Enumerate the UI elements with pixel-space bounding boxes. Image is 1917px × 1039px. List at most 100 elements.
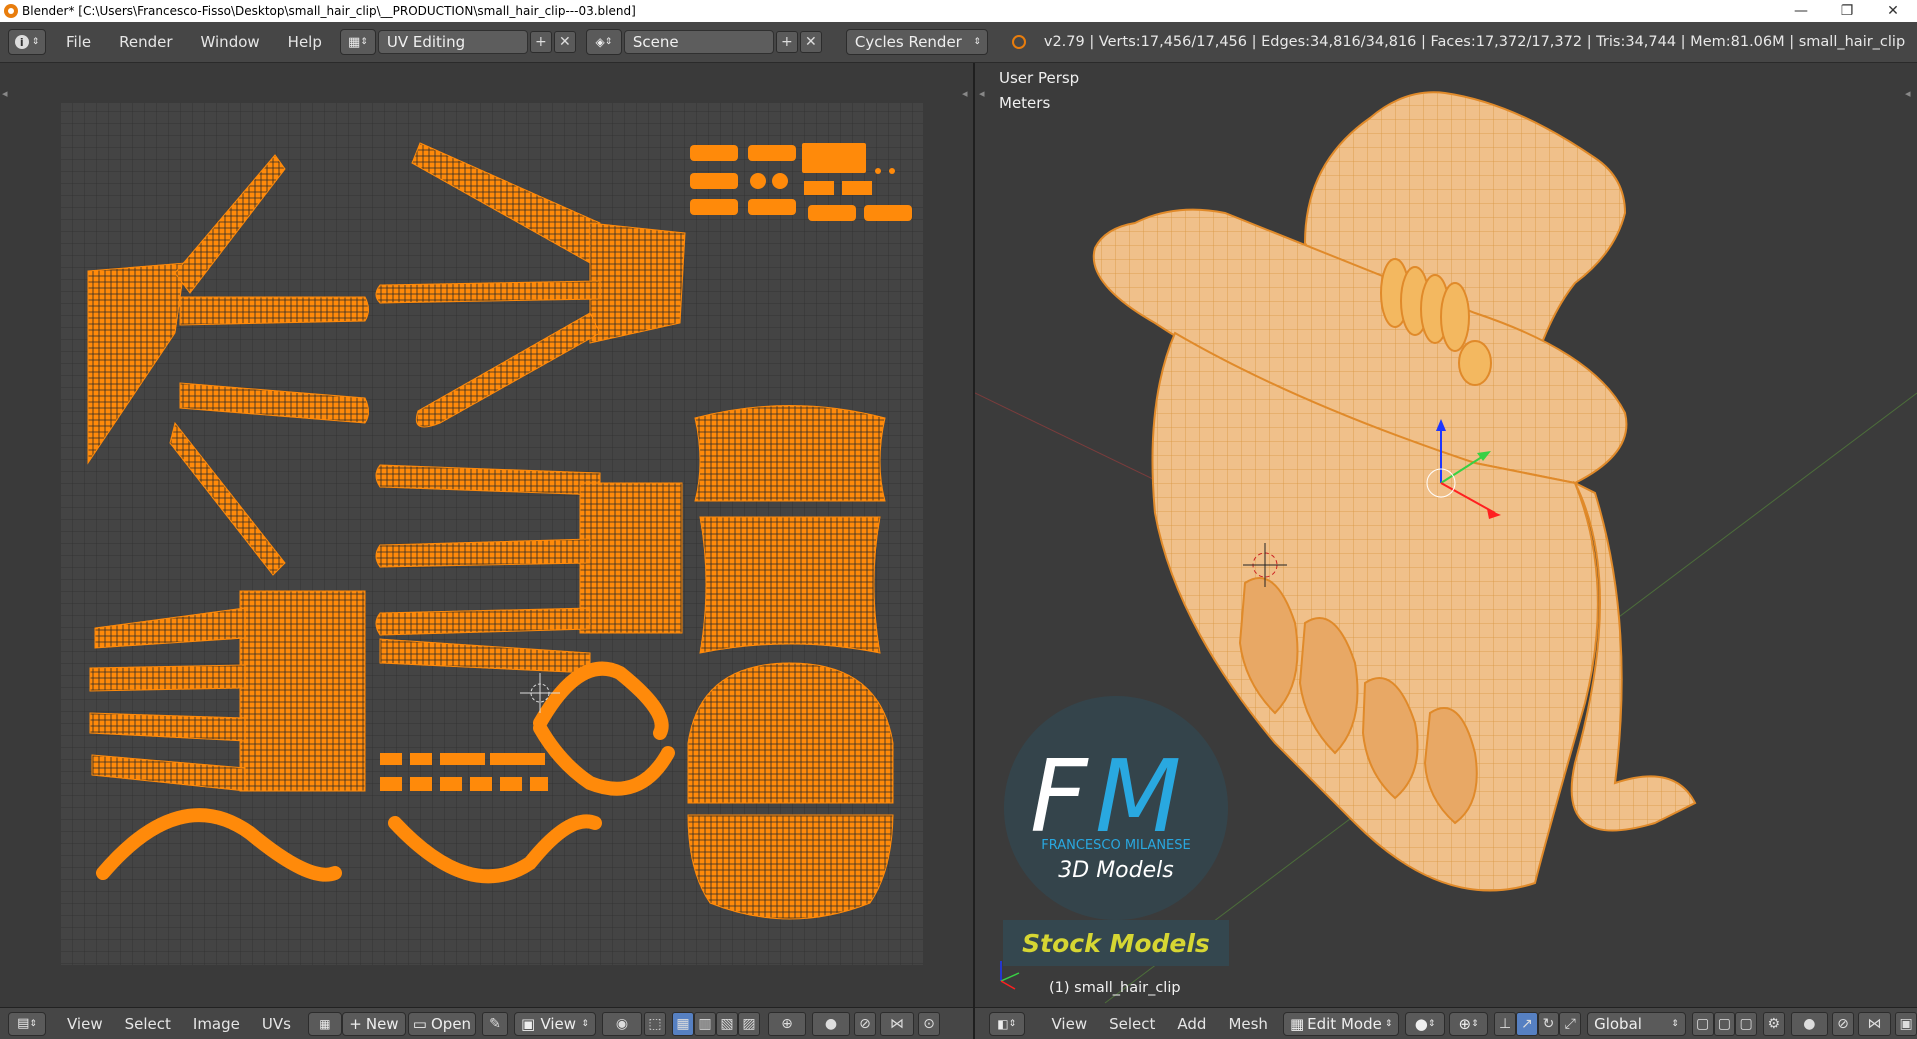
plus-icon: + (349, 1014, 362, 1033)
uv-menu-select[interactable]: Select (114, 1015, 182, 1033)
window-title-bar: Blender* [C:\Users\Francesco-Fisso\Deskt… (0, 0, 1917, 23)
view-mode-icon: ▣ (520, 1014, 536, 1033)
image-icon: ▦ (319, 1016, 331, 1031)
new-image-button[interactable]: + New (341, 1011, 406, 1036)
window-title: Blender* [C:\Users\Francesco-Fisso\Deskt… (22, 4, 636, 18)
stock-models-badge: Stock Models (1003, 920, 1229, 966)
updown-arrows-icon: ⇕ (31, 37, 40, 47)
info-icon: i (14, 35, 29, 49)
region-toggle-icon-vp-right[interactable]: ◂ (1905, 87, 1911, 100)
layout-name-field[interactable]: UV Editing (377, 30, 528, 54)
snap-element-icon[interactable]: ⋈ (1857, 1011, 1892, 1036)
restore-button[interactable]: ❐ (1824, 0, 1870, 22)
uv-vertex-select-icon[interactable]: ⬚ (643, 1011, 666, 1036)
menu-file[interactable]: File (52, 29, 105, 55)
layout-grid-icon: ▦ (347, 34, 361, 50)
rotate-manipulator-icon[interactable]: ↻ (1537, 1011, 1560, 1036)
menu-help[interactable]: Help (274, 29, 336, 55)
edit-mode-icon: ▦ (1289, 1014, 1305, 1033)
proportional-editing-icon[interactable]: ● (1790, 1011, 1829, 1036)
scale-manipulator-icon[interactable]: ⤢ (1559, 1011, 1582, 1036)
uv-view-mode-label: View (540, 1014, 577, 1033)
snap-icon[interactable]: ⊘ (853, 1011, 876, 1036)
view-name: User Persp (999, 69, 1080, 87)
viewport-header: ◧ ⇕ View Select Add Mesh ▦ Edit Mode ⇕ ● ⇕ ⊕… (975, 1007, 1917, 1039)
pivot-icon[interactable]: ⊕ (767, 1011, 806, 1036)
mode-dropdown[interactable]: ▦ Edit Mode ⇕ (1282, 1011, 1400, 1036)
remove-scene-icon[interactable]: ✕ (799, 31, 822, 53)
scene-name-field[interactable]: Scene (623, 30, 774, 54)
scene-icon: ◈ (595, 35, 605, 49)
minimize-button[interactable]: — (1778, 0, 1824, 22)
close-button[interactable]: ✕ (1870, 0, 1916, 22)
uv-sync-icon[interactable]: ◉ (601, 1011, 642, 1036)
render-engine-label: Cycles Render (854, 33, 962, 51)
vp-menu-select[interactable]: Select (1098, 1015, 1166, 1033)
uv-sticky-icon[interactable]: ▨ (737, 1011, 760, 1036)
layer-3-icon[interactable]: ▢ (1735, 1011, 1757, 1036)
editor-type-button[interactable]: i ⇕ (8, 29, 46, 55)
new-image-label: New (365, 1014, 399, 1033)
vp-menu-add[interactable]: Add (1166, 1015, 1217, 1033)
units-label: Meters (999, 94, 1051, 112)
menu-render[interactable]: Render (105, 29, 186, 55)
viewport-editor-type-button[interactable]: ◧ ⇕ (989, 1011, 1025, 1036)
region-toggle-icon[interactable]: ◂ (2, 87, 8, 100)
open-image-button[interactable]: ▭ Open (407, 1011, 476, 1036)
uv-view-mode-dropdown[interactable]: ▣ View ⇕ (513, 1011, 596, 1036)
uv-island-select-icon[interactable]: ▧ (715, 1011, 738, 1036)
menu-window[interactable]: Window (187, 29, 274, 55)
uv-canvas[interactable]: ◂ ◂ (0, 63, 973, 1007)
layout-browse-button[interactable]: ▦ ⇕ (339, 29, 376, 55)
translate-manipulator-icon[interactable]: ↗ (1515, 1011, 1538, 1036)
uv-image-editor[interactable]: ◂ ◂ (0, 63, 973, 1007)
remove-layout-icon[interactable]: ✕ (553, 31, 576, 53)
fm-logo: F M FRANCESCO MILANESE 3D Models (1004, 696, 1228, 920)
snap-target-icon[interactable]: ⋈ (879, 1011, 914, 1036)
3d-viewport[interactable]: F M FRANCESCO MILANESE 3D Models ◂ ◂ Use… (975, 63, 1917, 1007)
layer-1-icon[interactable]: ▢ (1691, 1011, 1714, 1036)
uv-edge-select-icon[interactable]: ▦ (671, 1011, 694, 1036)
orientation-label: Global (1594, 1014, 1642, 1033)
uv-editor-header: ▤ ⇕ View Select Image UVs ▦ + New ▭ Open ✎ … (0, 1007, 973, 1039)
dropdown-arrows-icon: ⇕ (973, 37, 981, 47)
add-scene-icon[interactable]: + (775, 31, 798, 53)
fm-name: FRANCESCO MILANESE (1041, 838, 1190, 853)
snapping-icon[interactable]: ⊘ (1832, 1011, 1854, 1036)
scene-statistics: v2.79 | Verts:17,456/17,456 | Edges:34,8… (1043, 34, 1906, 50)
uv-menu-uvs[interactable]: UVs (251, 1015, 302, 1033)
fm-subtitle: 3D Models (1058, 858, 1173, 883)
blender-render-icon (1011, 35, 1026, 49)
mode-label: Edit Mode (1307, 1014, 1382, 1033)
vp-menu-view[interactable]: View (1041, 1015, 1099, 1033)
pin-icon[interactable]: ✎ (481, 1011, 508, 1036)
layer-2-icon[interactable]: ▢ (1713, 1011, 1736, 1036)
active-object-label: (1) small_hair_clip (1049, 980, 1181, 996)
cube-icon: ◧ (997, 1016, 1009, 1031)
uv-menu-view[interactable]: View (56, 1015, 114, 1033)
shading-dropdown[interactable]: ● ⇕ (1405, 1011, 1445, 1036)
vp-menu-mesh[interactable]: Mesh (1217, 1015, 1279, 1033)
region-toggle-icon-vp[interactable]: ◂ (979, 87, 985, 100)
info-header: i ⇕ File Render Window Help ▦ ⇕ UV Editin… (0, 22, 1917, 63)
image-browse-button[interactable]: ▦ (307, 1011, 342, 1036)
image-editor-icon: ▤ (17, 1016, 30, 1031)
pivot-dropdown[interactable]: ⊕ ⇕ (1448, 1011, 1489, 1036)
manipulator-toggle-icon[interactable]: ⊥ (1494, 1011, 1516, 1036)
uv-menu-image[interactable]: Image (182, 1015, 251, 1033)
proportional-edit-icon[interactable]: ● (811, 1011, 850, 1036)
render-preview-icon[interactable]: ▣ (1895, 1011, 1917, 1036)
render-engine-dropdown[interactable]: Cycles Render ⇕ (845, 29, 988, 55)
viewport-canvas[interactable]: F M FRANCESCO MILANESE 3D Models ◂ ◂ (975, 63, 1917, 1007)
add-layout-icon[interactable]: + (529, 31, 552, 53)
overlay-icon[interactable]: ⚙ (1762, 1011, 1785, 1036)
orientation-dropdown[interactable]: Global ⇕ (1587, 1011, 1686, 1036)
open-image-label: Open (430, 1014, 472, 1033)
scene-browse-button[interactable]: ◈ ⇕ (585, 29, 622, 55)
folder-icon: ▭ (412, 1014, 427, 1033)
uv-face-select-icon[interactable]: ▥ (693, 1011, 716, 1036)
uv-editor-type-button[interactable]: ▤ ⇕ (8, 1011, 46, 1036)
region-toggle-icon-right[interactable]: ◂ (962, 87, 968, 100)
uv-channel-icon[interactable]: ⊙ (917, 1011, 940, 1036)
shading-sphere-icon: ● (1414, 1014, 1428, 1033)
